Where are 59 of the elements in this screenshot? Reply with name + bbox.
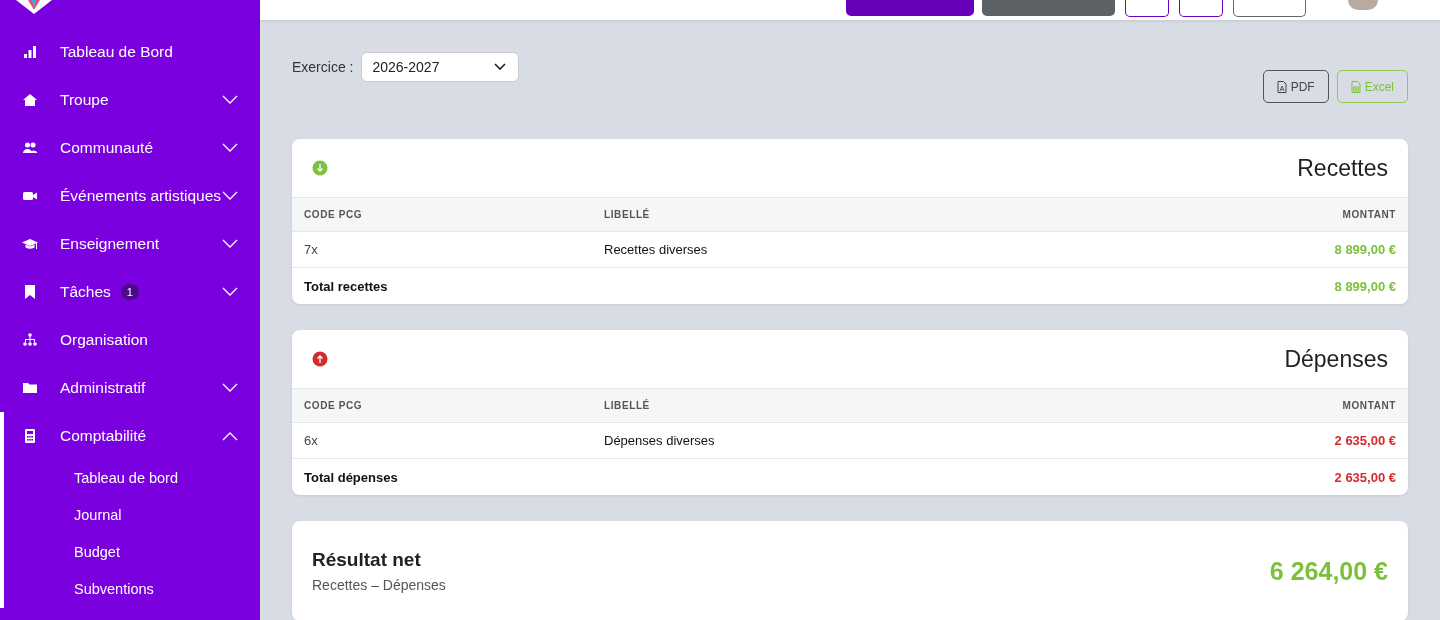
- count-badge: 1: [120, 284, 139, 300]
- submenu-item[interactable]: Subventions: [0, 571, 260, 608]
- section-title: Dépenses: [1284, 345, 1388, 373]
- submenu-item[interactable]: Tableau de bord: [0, 460, 260, 497]
- pdf-export-button[interactable]: PDF: [1262, 70, 1329, 103]
- sidebar-item[interactable]: Comptabilité: [0, 412, 260, 460]
- chevron-down-icon: [222, 191, 238, 201]
- icon-button[interactable]: [1179, 0, 1223, 17]
- chevron-down-icon: [494, 63, 507, 71]
- house-icon: [22, 92, 38, 108]
- result-subtitle: Recettes – Dépenses: [312, 577, 446, 593]
- sidebar-item[interactable]: Organisation: [0, 316, 260, 364]
- table-cell-text: 6x: [304, 433, 319, 448]
- table-cell-text: 7x: [304, 242, 319, 257]
- amount-cell-text: 2 635,00 €: [1333, 433, 1396, 448]
- submenu-item[interactable]: Budget: [0, 534, 260, 571]
- sidebar-item[interactable]: Enseignement: [0, 220, 260, 268]
- people-icon: [22, 140, 38, 156]
- sidebar-item[interactable]: Administratif: [0, 364, 260, 412]
- sidebar-item[interactable]: Troupe: [0, 76, 260, 124]
- column-header: CODE PCG: [304, 400, 364, 411]
- sidebar-item[interactable]: Tâches 1: [0, 268, 260, 316]
- column-header: MONTANT: [1341, 400, 1396, 411]
- column-header: LIBELLÉ: [604, 209, 651, 220]
- section-title: Recettes: [1297, 154, 1388, 182]
- result-title: Résultat net: [312, 549, 422, 571]
- chevron-down-icon: [222, 287, 238, 297]
- calculator-icon: [22, 428, 38, 444]
- chevron-down-icon: [222, 143, 238, 153]
- hierarchy-icon: [22, 332, 38, 348]
- total-label: Total recettes: [304, 278, 389, 294]
- sidebar-item[interactable]: Événements artistiques: [0, 172, 260, 220]
- total-label: Total dépenses: [304, 469, 399, 485]
- icon-button[interactable]: [1125, 0, 1169, 17]
- bar-chart-icon: [22, 44, 38, 60]
- chevron-up-icon: [222, 431, 238, 441]
- logo-icon: [14, 0, 54, 16]
- amount-cell-text: 8 899,00 €: [1333, 242, 1396, 257]
- chevron-down-icon: [222, 95, 238, 105]
- chevron-down-icon: [222, 383, 238, 393]
- document-icon: [1276, 80, 1287, 93]
- chevron-down-icon: [222, 239, 238, 249]
- column-header: CODE PCG: [304, 209, 364, 220]
- sidebar-item[interactable]: Communauté: [0, 124, 260, 172]
- sidebar-item[interactable]: Tableau de Bord: [0, 28, 260, 76]
- total-amount: 2 635,00 €: [1333, 469, 1396, 485]
- column-header: MONTANT: [1341, 209, 1396, 220]
- column-header: LIBELLÉ: [604, 400, 651, 411]
- exercise-label: Exercice :: [292, 59, 354, 75]
- exercise-select[interactable]: 2026-2027: [361, 52, 520, 82]
- submenu-item[interactable]: Journal: [0, 497, 260, 534]
- table-cell-text: Dépenses diverses: [604, 433, 716, 448]
- folder-icon: [22, 380, 38, 396]
- graduation-cap-icon: [22, 236, 38, 252]
- header-button[interactable]: [1233, 0, 1306, 17]
- result-amount: 6 264,00 €: [1269, 556, 1388, 586]
- total-amount: 8 899,00 €: [1333, 278, 1396, 294]
- spreadsheet-icon: [1350, 80, 1361, 93]
- table-cell-text: Recettes diverses: [604, 242, 709, 257]
